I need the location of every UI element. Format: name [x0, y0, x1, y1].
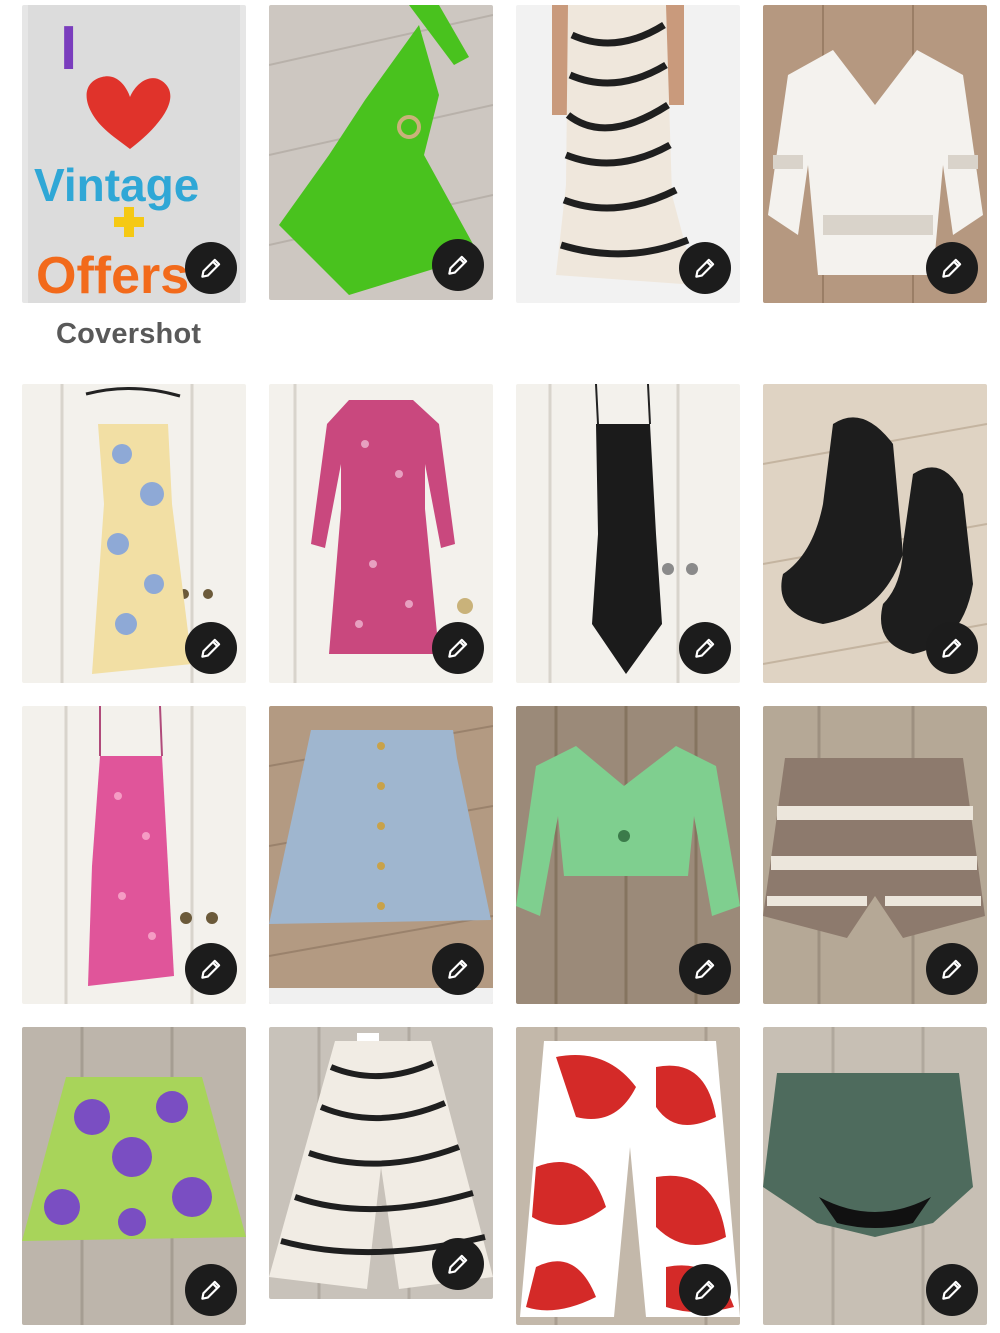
pencil-icon [695, 258, 715, 278]
pencil-icon [448, 255, 468, 275]
edit-photo-button[interactable] [926, 622, 978, 674]
pencil-icon [448, 1254, 468, 1274]
photo-tile[interactable] [516, 5, 740, 303]
pencil-icon [448, 638, 468, 658]
pencil-icon [201, 1280, 221, 1300]
photo-tile[interactable] [763, 1027, 987, 1325]
edit-photo-button[interactable] [185, 242, 237, 294]
pencil-icon [942, 258, 962, 278]
edit-photo-button[interactable] [432, 239, 484, 291]
edit-photo-button[interactable] [926, 1264, 978, 1316]
edit-photo-button[interactable] [679, 242, 731, 294]
edit-photo-button[interactable] [679, 1264, 731, 1316]
photo-tile[interactable]: I Vintage Offers [22, 5, 246, 303]
edit-photo-button[interactable] [926, 242, 978, 294]
photo-tile[interactable] [763, 706, 987, 1004]
pencil-icon [942, 959, 962, 979]
covershot-label: Covershot [56, 318, 202, 350]
photo-tile[interactable] [269, 706, 493, 1004]
edit-photo-button[interactable] [432, 622, 484, 674]
edit-photo-button[interactable] [926, 943, 978, 995]
edit-photo-button[interactable] [185, 1264, 237, 1316]
photo-tile[interactable] [22, 384, 246, 683]
pencil-icon [942, 1280, 962, 1300]
edit-photo-button[interactable] [185, 943, 237, 995]
pencil-icon [695, 638, 715, 658]
edit-photo-button[interactable] [679, 622, 731, 674]
photo-tile[interactable] [269, 1027, 493, 1299]
photo-tile[interactable] [763, 384, 987, 683]
edit-photo-button[interactable] [185, 622, 237, 674]
photo-tile[interactable] [763, 5, 987, 303]
pencil-icon [201, 258, 221, 278]
pencil-icon [201, 638, 221, 658]
photo-tile[interactable] [516, 384, 740, 683]
pencil-icon [942, 638, 962, 658]
photo-tile[interactable] [22, 706, 246, 1004]
photo-tile[interactable] [22, 1027, 246, 1325]
photo-tile[interactable] [269, 384, 493, 683]
pencil-icon [695, 959, 715, 979]
sign-letter: I [60, 14, 77, 83]
pencil-icon [448, 959, 468, 979]
edit-photo-button[interactable] [432, 943, 484, 995]
sign-word: Offers [36, 247, 189, 303]
photo-tile[interactable] [269, 5, 493, 300]
photo-tile[interactable] [516, 1027, 740, 1325]
pencil-icon [201, 959, 221, 979]
pencil-icon [695, 1280, 715, 1300]
sign-word: Vintage [34, 159, 199, 211]
photo-tile[interactable] [516, 706, 740, 1004]
edit-photo-button[interactable] [432, 1238, 484, 1290]
edit-photo-button[interactable] [679, 943, 731, 995]
